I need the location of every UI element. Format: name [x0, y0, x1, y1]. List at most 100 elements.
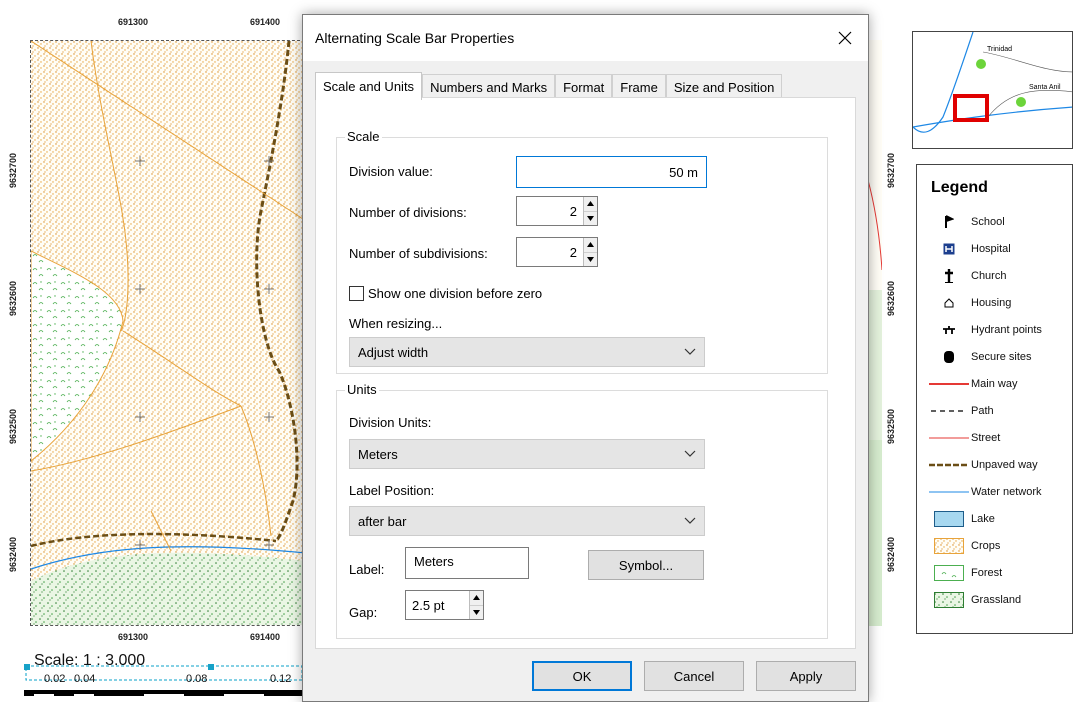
legend-item-water-network: Water network [927, 483, 1073, 501]
legend-item-school: School [927, 213, 1073, 231]
spin-down-icon[interactable] [470, 605, 483, 619]
legend-item-housing: Housing [927, 294, 1073, 312]
scale-bar[interactable] [24, 664, 305, 702]
units-group-title: Units [345, 382, 379, 397]
label-position-label: Label Position: [349, 483, 435, 498]
spin-up-icon[interactable] [584, 197, 597, 212]
path-line [927, 402, 971, 420]
division-units-label: Division Units: [349, 415, 432, 430]
dialog-titlebar[interactable]: Alternating Scale Bar Properties [303, 15, 868, 61]
legend-item-path: Path [927, 402, 1073, 420]
legend-label: Hospital [971, 243, 1011, 255]
num-divisions-label: Number of divisions: [349, 205, 467, 220]
label-position-value: after bar [358, 513, 407, 529]
tab-numbers-and-marks[interactable]: Numbers and Marks [422, 74, 556, 99]
when-resizing-label: When resizing... [349, 316, 443, 331]
when-resizing-value: Adjust width [358, 344, 429, 360]
top-coord-1: 691300 [118, 17, 149, 27]
show-one-division-checkbox-row[interactable]: Show one division before zero [349, 286, 542, 301]
legend-label: Street [971, 432, 1001, 444]
map-drawing [31, 41, 304, 625]
legend-item-lake: Lake [927, 510, 1073, 528]
spin-up-icon[interactable] [584, 238, 597, 253]
when-resizing-select[interactable]: Adjust width [349, 337, 705, 367]
gap-stepper[interactable]: 2.5 pt [405, 590, 484, 620]
top-coord-2: 691400 [250, 17, 281, 27]
division-units-select[interactable]: Meters [349, 439, 705, 469]
scale-tick: 0.02 [44, 673, 66, 685]
left-coord-4: 9632400 [8, 536, 18, 572]
num-divisions-stepper[interactable]: 2 [516, 196, 598, 226]
label-field-label: Label: [349, 562, 385, 577]
legend-item-crops: Crops [927, 537, 1073, 555]
map-right-edge [868, 40, 882, 626]
close-button[interactable] [822, 15, 868, 61]
main-way-line [927, 375, 971, 393]
legend-panel[interactable]: Legend School Hospital Church Housing Hy… [916, 164, 1073, 634]
secure-site-icon [927, 348, 971, 366]
show-one-division-checkbox[interactable] [349, 286, 364, 301]
legend-label: Church [971, 270, 1007, 282]
hospital-icon [927, 240, 971, 258]
map-frame [30, 40, 305, 626]
num-subdivisions-value: 2 [569, 244, 577, 260]
spin-up-icon[interactable] [470, 591, 483, 606]
num-subdivisions-stepper[interactable]: 2 [516, 237, 598, 267]
legend-label: Unpaved way [971, 459, 1038, 471]
tab-frame[interactable]: Frame [612, 74, 666, 99]
legend-item-church: Church [927, 267, 1073, 285]
tab-scale-and-units[interactable]: Scale and Units [315, 72, 423, 100]
crops-patch [927, 537, 971, 555]
legend-item-hydrant: Hydrant points [927, 321, 1073, 339]
legend-item-forest: Forest [927, 564, 1073, 582]
right-coord-2: 9632600 [886, 280, 896, 316]
school-icon [927, 213, 971, 231]
housing-icon [927, 294, 971, 312]
chevron-down-icon [684, 450, 696, 457]
legend-item-grassland: Grassland [927, 591, 1073, 609]
legend-item-main-way: Main way [927, 375, 1073, 393]
division-units-value: Meters [358, 446, 398, 462]
right-coord-4: 9632400 [886, 536, 896, 572]
label-position-select[interactable]: after bar [349, 506, 705, 536]
division-value-label: Division value: [349, 164, 433, 179]
scale-bar-properties-dialog[interactable]: Alternating Scale Bar Properties Scale a… [302, 14, 869, 702]
legend-item-unpaved-way: Unpaved way [927, 456, 1073, 474]
bottom-coord-2: 691400 [250, 632, 281, 642]
show-one-division-label: Show one division before zero [368, 286, 543, 301]
scale-tick: 0.04 [74, 673, 96, 685]
symbol-button[interactable]: Symbol... [588, 550, 704, 580]
church-icon [927, 267, 971, 285]
left-coord-1: 9632700 [8, 152, 18, 188]
overview-label-trinidad: Trinidad [987, 46, 1013, 53]
legend-label: Path [971, 405, 994, 417]
gap-label: Gap: [349, 605, 378, 620]
units-group: Units Division Units: Meters Label Posit… [336, 382, 828, 639]
hydrant-icon [927, 321, 971, 339]
spin-down-icon[interactable] [584, 252, 597, 266]
overview-label-santa-anil: Santa Anil [1029, 84, 1061, 91]
num-divisions-value: 2 [569, 203, 577, 219]
right-coord-1: 9632700 [886, 152, 896, 188]
tab-format[interactable]: Format [555, 74, 613, 99]
overview-map[interactable]: Trinidad Santa Anil [912, 31, 1073, 149]
legend-label: Secure sites [971, 351, 1032, 363]
scale-tick: 0.08 [186, 673, 208, 685]
legend-label: Hydrant points [971, 324, 1042, 336]
forest-patch [927, 564, 971, 582]
chevron-down-icon [684, 517, 696, 524]
legend-label: Main way [971, 378, 1018, 390]
gap-value: 2.5 pt [412, 597, 445, 613]
apply-button[interactable]: Apply [756, 661, 856, 691]
ok-button[interactable]: OK [532, 661, 632, 691]
label-input[interactable]: Meters [405, 547, 529, 579]
tab-strip: Scale and Units Numbers and Marks Format… [315, 72, 783, 100]
unpaved-way-line [927, 456, 971, 474]
tab-size-and-position[interactable]: Size and Position [665, 74, 783, 99]
cancel-button[interactable]: Cancel [644, 661, 744, 691]
spin-down-icon[interactable] [584, 211, 597, 225]
map-canvas: 691300 691400 9632700 9632600 9632500 96… [0, 0, 305, 702]
division-value-input[interactable]: 50 m [516, 156, 707, 188]
num-subdivisions-label: Number of subdivisions: [349, 246, 488, 261]
grassland-patch [927, 591, 971, 609]
